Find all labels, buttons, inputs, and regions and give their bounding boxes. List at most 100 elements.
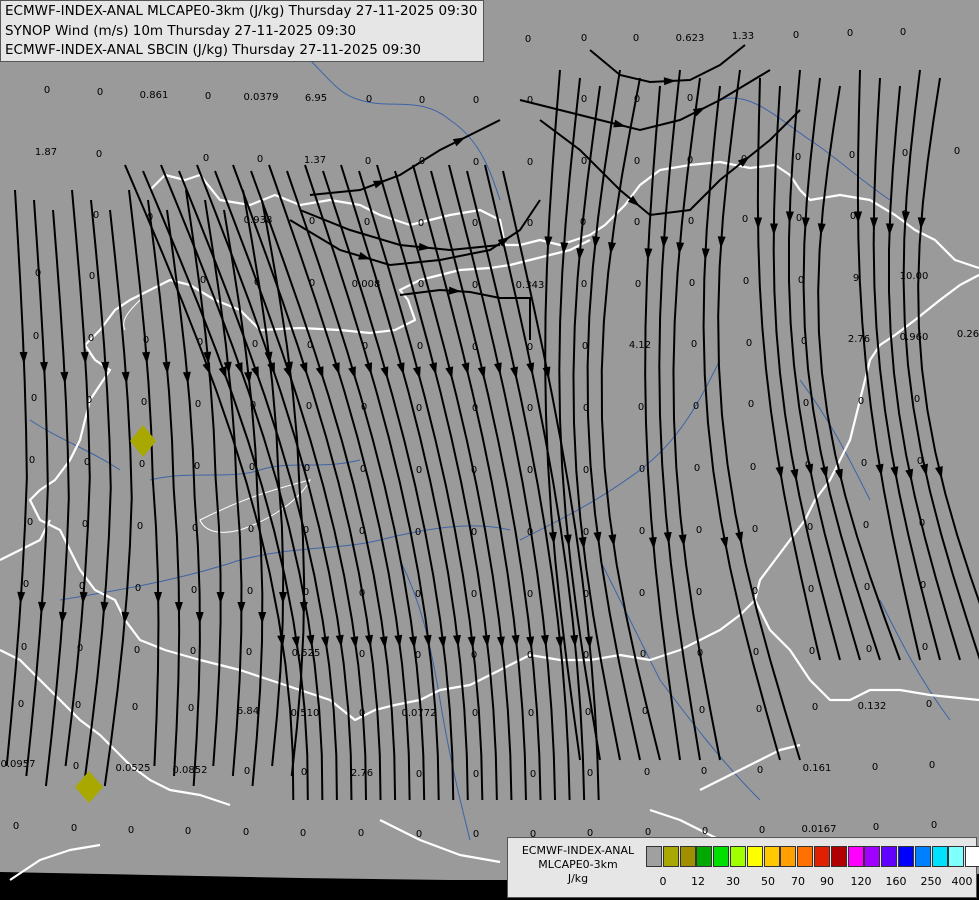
station-marker[interactable] (75, 771, 103, 803)
legend-tick-label: 400 (951, 875, 973, 888)
streamline-arrowhead (510, 366, 518, 380)
streamline-arrowhead (60, 371, 69, 384)
cape-value: 0 (419, 156, 425, 167)
cape-value: 0 (243, 827, 249, 838)
streamline-arrowhead (801, 217, 810, 230)
cape-value: 0 (31, 393, 37, 404)
legend-tick-label: 12 (691, 875, 705, 888)
streamline (902, 69, 979, 661)
legend-swatch (646, 846, 662, 867)
cape-value: 0 (527, 650, 533, 661)
cape-value: 0 (13, 821, 19, 832)
streamline-arrowhead (592, 236, 601, 249)
cape-value: 0 (861, 458, 867, 469)
streamline-arrowhead (216, 591, 225, 604)
streamline-arrowhead (154, 591, 163, 604)
cape-value: 0 (527, 95, 533, 106)
streamline (103, 209, 133, 787)
cape-value: 0 (358, 828, 364, 839)
cape-value: 0 (583, 650, 589, 661)
streamline (44, 209, 70, 787)
streamline-arrowhead (754, 217, 763, 230)
cape-value: 0 (77, 643, 83, 654)
cape-value: 0 (471, 650, 477, 661)
cape-value: 0 (472, 218, 478, 229)
cape-value: 0 (472, 708, 478, 719)
cape-value: 2.76 (351, 768, 373, 779)
cape-value: 0 (415, 589, 421, 600)
cape-value: 4.12 (629, 340, 651, 351)
streamline-arrowhead (283, 366, 292, 379)
cape-value: 0 (93, 210, 99, 221)
legend-swatch (914, 846, 931, 867)
cape-value: 0 (697, 648, 703, 659)
cape-value: 0 (190, 646, 196, 657)
cape-value: 0 (527, 403, 533, 414)
map-header: ECMWF-INDEX-ANAL MLCAPE0-3km (J/kg) Thur… (0, 0, 484, 62)
cape-value: 0 (252, 339, 258, 350)
cape-value: 0 (753, 647, 759, 658)
cape-value: 0 (415, 527, 421, 538)
streamline-arrowhead (835, 468, 843, 482)
cape-value: 6.95 (305, 93, 327, 104)
cape-value: 0 (583, 589, 589, 600)
cape-value: 0 (694, 463, 700, 474)
cape-value: 0.0772 (402, 708, 437, 719)
cape-value: 0 (365, 156, 371, 167)
cape-value: 0 (359, 588, 365, 599)
cape-value: 0 (473, 829, 479, 840)
streamline (817, 85, 901, 661)
streamline-arrowhead (701, 248, 710, 261)
cape-value: 0 (309, 278, 315, 289)
legend-tick-label: 120 (850, 875, 872, 888)
streamline-arrowhead (306, 634, 315, 648)
streamline-arrowhead (875, 463, 884, 477)
cape-value: 0 (361, 402, 367, 413)
streamline-arrowhead (482, 634, 491, 648)
cape-value: 0 (587, 768, 593, 779)
streamline-arrowhead (237, 601, 246, 614)
streamline-arrowhead (418, 242, 431, 251)
streamline-arrowhead (467, 636, 476, 649)
cape-value: 0 (419, 95, 425, 106)
cape-value: 0 (687, 93, 693, 104)
cape-value: 0 (793, 30, 799, 41)
legend-swatch (797, 846, 814, 867)
wind-streamlines (5, 44, 979, 801)
cape-value: 0 (687, 155, 693, 166)
cape-value: 0 (796, 213, 802, 224)
cape-value: 0 (527, 218, 533, 229)
streamline-arrowhead (477, 366, 486, 380)
legend-ticks: 0 12 30 50 70 90 120 160 250 400 (646, 875, 976, 893)
cape-value: 0 (808, 584, 814, 595)
cape-value: 0 (200, 275, 206, 286)
cape-value: 0 (205, 91, 211, 102)
cape-value: 0 (472, 280, 478, 291)
streamline (702, 85, 781, 761)
cape-value: 0.343 (516, 280, 545, 291)
streamline-arrowhead (493, 362, 502, 375)
cape-value: 0 (634, 156, 640, 167)
cape-value: 0 (583, 465, 589, 476)
cape-value: 0 (581, 279, 587, 290)
cape-value: 0 (366, 94, 372, 105)
streamline-arrowhead (785, 211, 794, 224)
cape-value: 0 (527, 527, 533, 538)
cape-value: 0 (920, 580, 926, 591)
cape-value: 0 (18, 699, 24, 710)
cape-value: 9 (853, 273, 859, 284)
streamline-arrowhead (174, 601, 183, 614)
map-canvas[interactable]: 0 0 0.861 0 0.0379 6.95 0 0 0 0 0 0 0 0 0 0 0.623 1.33 0 0 0… (0, 0, 979, 900)
streamline-arrowhead (496, 636, 505, 649)
cape-value: 0 (850, 211, 856, 222)
legend-swatches (646, 846, 979, 867)
cape-value: 0 (640, 649, 646, 660)
cape-value: 0 (801, 336, 807, 347)
color-legend: ECMWF-INDEX-ANAL MLCAPE0-3km J/kg 0 12 30 5… (507, 837, 979, 898)
legend-swatch (780, 846, 797, 867)
cape-value: 0 (471, 527, 477, 538)
cape-value: 0 (195, 399, 201, 410)
cape-value: 0 (88, 333, 94, 344)
cape-value: 0 (246, 647, 252, 658)
cape-value: 0 (135, 583, 141, 594)
